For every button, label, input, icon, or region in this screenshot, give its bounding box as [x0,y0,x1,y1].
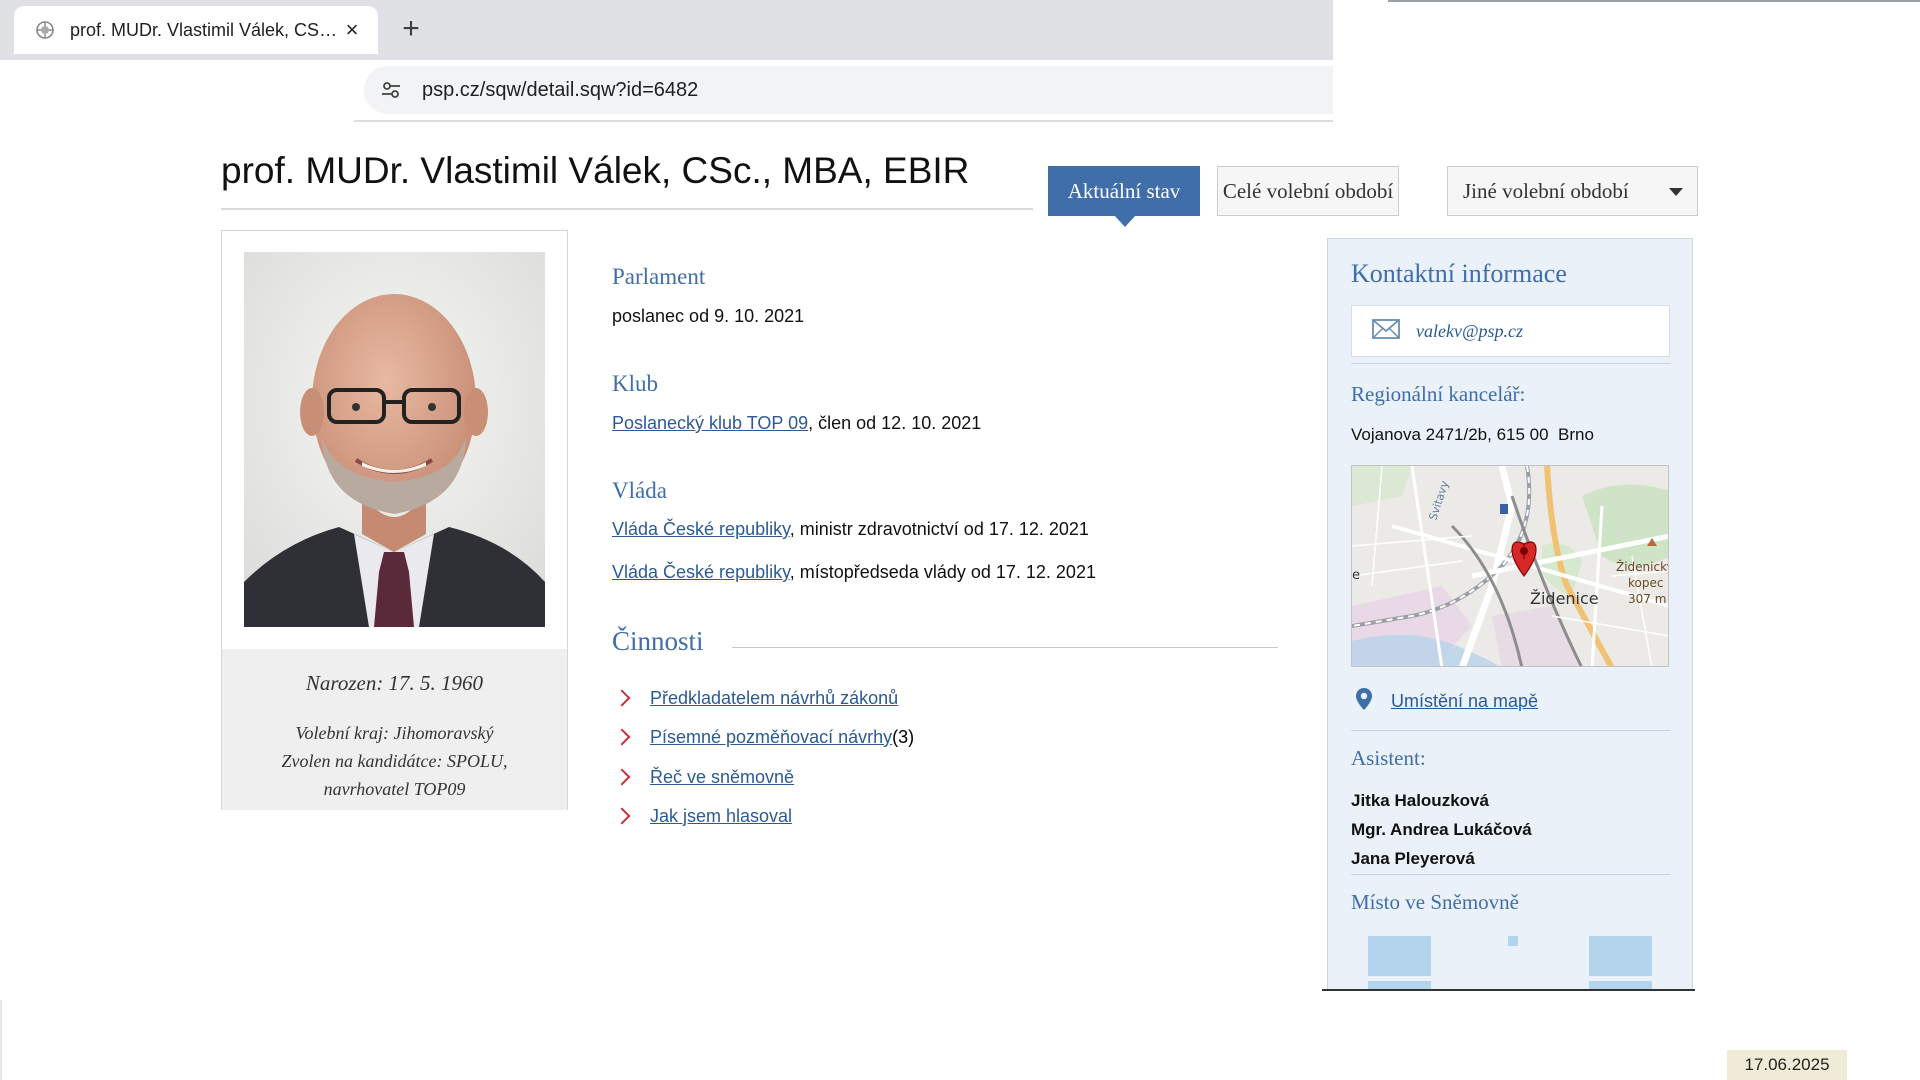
candidate-line-2: navrhovatel TOP09 [323,779,466,799]
map-label-edge: e [1352,568,1360,583]
activity-votes-link[interactable]: Jak jsem hlasoval [650,806,792,827]
seat-map-block [1368,936,1431,976]
assistant-name: Jana Pleyerová [1351,849,1475,868]
contact-divider [1351,363,1670,364]
window-edge [0,1000,2,1080]
list-item: Předkladatelem návrhů zákonů [612,686,898,710]
assistant-name: Mgr. Andrea Lukáčová [1351,820,1532,839]
government-link[interactable]: Vláda České republiky [612,562,790,582]
seat-map-block [1589,936,1652,976]
chevron-right-icon [613,807,631,825]
government-role: , ministr zdravotnictví od 17. 12. 2021 [789,519,1089,539]
activity-amendments-link[interactable]: Písemné pozměňovací návrhy [650,727,892,748]
new-tab-button[interactable]: + [396,14,426,45]
portrait-photo [244,252,545,627]
seat-map-marker [1508,936,1518,946]
browser-tab[interactable]: prof. MUDr. Vlastimil Válek, CSc., MBA, … [14,6,378,54]
page-title: prof. MUDr. Vlastimil Válek, CSc., MBA, … [221,150,970,191]
club-line: Poslanecký klub TOP 09, člen od 12. 10. … [612,413,981,434]
map-pin-icon [1355,687,1373,716]
site-settings-icon[interactable] [378,77,404,103]
chevron-right-icon [613,689,631,707]
sidebar-cutoff-line [1322,989,1695,991]
list-item: Písemné pozměňovací návrhy (3) [612,725,914,749]
map-location-link[interactable]: Umístění na mapě [1391,691,1538,712]
club-membership: , člen od 12. 10. 2021 [808,413,982,433]
url-text[interactable]: psp.cz/sqw/detail.sqw?id=6482 [422,79,698,102]
email-box[interactable]: valekv@psp.cz [1351,305,1670,357]
club-heading: Klub [612,371,658,396]
government-line-1: Vláda České republiky, ministr zdravotni… [612,519,1089,540]
contact-divider [1351,874,1670,875]
tab-other-term-dropdown[interactable]: Jiné volební období [1447,166,1698,216]
tab-current-state[interactable]: Aktuální stav [1048,166,1200,227]
activity-speeches-link[interactable]: Řeč ve sněmovně [650,767,794,788]
birth-date: Narozen: 17. 5. 1960 [305,671,484,695]
office-map[interactable]: Svitavy Židenice Židenický kopec 307 m e [1351,465,1669,667]
government-line-2: Vláda České republiky, místopředseda vlá… [612,562,1096,583]
region-line: Volební kraj: Jihomoravský [295,723,494,743]
activity-count: (3) [892,726,915,747]
chevron-right-icon [613,728,631,746]
parliament-heading: Parlament [612,264,706,289]
profile-info: Narozen: 17. 5. 1960 Volební kraj: Jihom… [222,649,567,810]
toolbar-divider [354,120,1333,122]
chevron-right-icon [613,768,631,786]
activities-heading: Činnosti [612,626,704,656]
email-link[interactable]: valekv@psp.cz [1416,321,1523,342]
assistant-heading: Asistent: [1351,746,1426,770]
other-term-label: Jiné volební období [1463,178,1629,203]
assistant-name: Jitka Halouzková [1351,791,1489,810]
window-edge [1388,0,1920,2]
list-item: Jak jsem hlasoval [612,804,792,828]
map-label-hill: Židenický [1616,559,1669,574]
office-address: Vojanova 2471/2b, 615 00 Brno [1351,425,1594,444]
contact-heading: Kontaktní informace [1351,259,1567,288]
seat-heading: Místo ve Sněmovně [1351,890,1519,914]
map-label-hill: 307 m [1628,592,1666,606]
government-role: , místopředseda vlády od 17. 12. 2021 [789,562,1096,582]
activity-bills-link[interactable]: Předkladatelem návrhů zákonů [650,688,898,709]
parliament-favicon-icon [34,19,56,41]
chevron-down-icon [1669,188,1683,196]
list-item: Řeč ve sněmovně [612,765,794,789]
government-heading: Vláda [612,478,667,503]
government-link[interactable]: Vláda České republiky [612,519,790,539]
map-label-district: Židenice [1530,589,1599,608]
contact-sidebar: Kontaktní informace valekv@psp.cz Region… [1327,238,1693,991]
tab-full-term[interactable]: Celé volební období [1217,166,1399,216]
contact-divider [1351,730,1670,731]
parliament-text: poslanec od 9. 10. 2021 [612,306,805,326]
constituency-info: Volební kraj: Jihomoravský Zvolen na kan… [222,719,567,803]
tab-close-icon[interactable]: × [340,18,364,42]
activities-divider [732,647,1278,648]
regional-office-heading: Regionální kancelář: [1351,382,1526,406]
envelope-icon [1372,318,1400,344]
map-link-row[interactable]: Umístění na mapě [1355,687,1538,715]
profile-card: Narozen: 17. 5. 1960 Volební kraj: Jihom… [221,230,568,810]
tab-title: prof. MUDr. Vlastimil Válek, CSc., MBA, … [70,19,340,40]
candidate-line-1: Zvolen na kandidátce: SPOLU, [281,751,508,771]
title-underline [221,208,1033,210]
address-bar[interactable]: psp.cz/sqw/detail.sqw?id=6482 [364,66,1333,114]
date-stamp: 17.06.2025 [1727,1050,1847,1080]
map-label-hill: kopec [1628,576,1663,590]
club-link[interactable]: Poslanecký klub TOP 09 [612,413,808,433]
